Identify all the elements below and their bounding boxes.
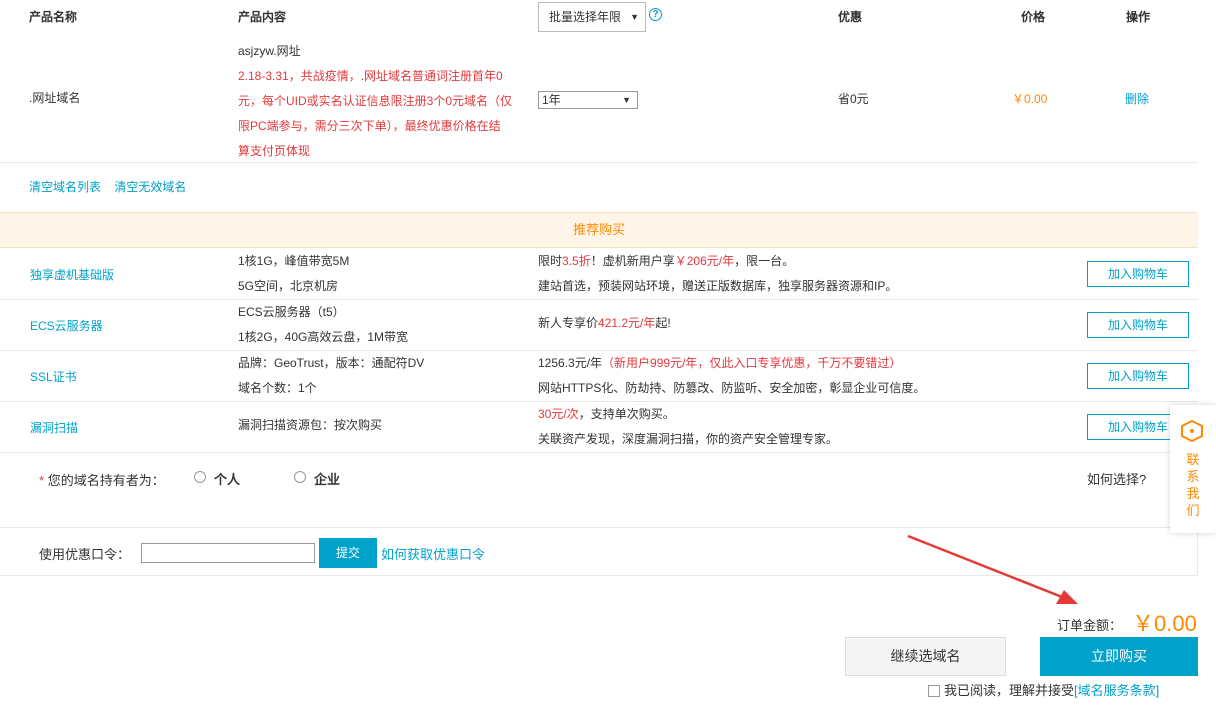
domain-item-row: .网址域名 asjzyw.网址 2.18-3.31，共战疫情，.网址域名普通词注… — [0, 37, 1198, 163]
domain-product-name: .网址域名 — [29, 91, 81, 105]
offer-line: 30元/次，支持单次购买。 — [538, 402, 1078, 427]
year-select-value: 1年 — [542, 93, 561, 107]
contact-us-label: 联系我们 — [1186, 452, 1200, 518]
year-select[interactable]: 1年 ▼ — [538, 91, 638, 109]
domain-name-text: asjzyw.网址 — [238, 44, 301, 58]
offer-text: 1256.3元/年 — [538, 356, 603, 370]
offer-highlight: （新用户999元/年，仅此入口专享优惠，千万不要错过） — [602, 356, 902, 370]
radio-company[interactable] — [294, 471, 306, 483]
agreement-text: 我已阅读，理解并接受 — [944, 683, 1075, 698]
offer-line: 关联资产发现，深度漏洞扫描，你的资产安全管理专家。 — [538, 432, 839, 446]
recommend-product-content: 漏洞扫描资源包：按次购买 — [238, 413, 528, 438]
radio-personal-label[interactable]: 个人 — [214, 469, 240, 488]
continue-select-domain-button[interactable]: 继续选域名 — [845, 637, 1006, 676]
agreement-row: 我已阅读，理解并接受[域名服务条款] — [928, 680, 1159, 699]
domain-discount: 省0元 — [838, 92, 869, 106]
recommend-product-name[interactable]: 独享虚机基础版 — [30, 266, 114, 283]
buy-now-button[interactable]: 立即购买 — [1040, 637, 1198, 676]
recommend-row: ECS云服务器 ECS云服务器（t5） 1核2G，40G高效云盘，1M带宽 新人… — [0, 300, 1198, 351]
coupon-input[interactable] — [141, 543, 315, 563]
help-icon[interactable]: ? — [649, 8, 662, 21]
recommend-row: SSL证书 品牌：GeoTrust，版本：通配符DV 域名个数：1个 1256.… — [0, 351, 1198, 402]
offer-text: ，支持单次购买。 — [578, 407, 675, 421]
offer-highlight: ￥206元/年 — [674, 254, 735, 268]
recommend-product-name[interactable]: 漏洞扫描 — [30, 419, 78, 436]
recommend-row: 独享虚机基础版 1核1G，峰值带宽5M 5G空间，北京机房 限时3.5折！虚机新… — [0, 249, 1198, 300]
content-line: 域名个数：1个 — [238, 381, 317, 395]
offer-text: 限时 — [538, 254, 563, 268]
content-line: 漏洞扫描资源包：按次购买 — [238, 418, 383, 432]
contact-us-widget[interactable]: 联系我们 — [1170, 405, 1216, 533]
content-line: 品牌：GeoTrust，版本：通配符DV — [238, 356, 425, 370]
domain-service-terms-link[interactable]: [域名服务条款] — [1074, 683, 1159, 698]
agreement-checkbox[interactable] — [928, 685, 940, 697]
table-header: 产品名称 产品内容 批量选择年限 ▼ ? 优惠 价格 操作 — [0, 0, 1198, 37]
order-total-value: ￥0.00 — [1132, 611, 1197, 636]
offer-highlight: 30元/次 — [538, 407, 579, 421]
add-to-cart-button[interactable]: 加入购物车 — [1087, 261, 1189, 287]
order-total-label: 订单金额： — [1057, 618, 1123, 633]
domain-promo-line: 限PC端参与，需分三次下单），最终优惠价格在结 — [238, 119, 501, 133]
offer-line: 新人专享价421.2元/年起! — [538, 311, 1078, 336]
required-star: * — [39, 473, 45, 488]
how-to-choose-link[interactable]: 如何选择? — [1087, 469, 1146, 488]
domain-promo-line: 算支付页体现 — [238, 144, 311, 158]
header-product-content: 产品内容 — [238, 10, 287, 24]
delete-link[interactable]: 删除 — [1125, 90, 1149, 107]
batch-year-select-label: 批量选择年限 — [549, 10, 622, 24]
clear-invalid-domain-link[interactable]: 清空无效域名 — [114, 180, 186, 194]
header-product-name: 产品名称 — [29, 10, 78, 24]
coupon-area: 使用优惠口令： 提交 如何获取优惠口令 — [0, 527, 1198, 576]
offer-line: 建站首选，预装网站环境，赠送正版数据库，独享服务器资源和IP。 — [538, 279, 898, 293]
chevron-down-icon: ▼ — [630, 12, 639, 22]
add-to-cart-button[interactable]: 加入购物车 — [1087, 363, 1189, 389]
offer-highlight: 421.2元/年 — [598, 316, 656, 330]
offer-line: 网站HTTPS化、防劫持、防篡改、防监听、安全加密，彰显企业可信度。 — [538, 381, 926, 395]
content-line: 1核2G，40G高效云盘，1M带宽 — [238, 330, 409, 344]
coupon-submit-button[interactable]: 提交 — [319, 538, 377, 568]
recommend-offer: 30元/次，支持单次购买。 关联资产发现，深度漏洞扫描，你的资产安全管理专家。 — [538, 402, 1078, 452]
recommend-offer: 1256.3元/年（新用户999元/年，仅此入口专享优惠，千万不要错过） 网站H… — [538, 351, 1078, 401]
header-action: 操作 — [1126, 10, 1151, 24]
domain-product-content: asjzyw.网址 2.18-3.31，共战疫情，.网址域名普通词注册首年0 元… — [238, 39, 518, 164]
offer-line: 限时3.5折！虚机新用户享￥206元/年，限一台。 — [538, 249, 1078, 274]
domain-holder-row: * 您的域名持有者为： 个人 企业 如何选择? — [0, 453, 1198, 503]
holder-label: * 您的域名持有者为： — [39, 470, 165, 489]
offer-text: 起! — [655, 316, 671, 330]
recommend-product-content: 1核1G，峰值带宽5M 5G空间，北京机房 — [238, 249, 528, 299]
add-to-cart-button[interactable]: 加入购物车 — [1087, 312, 1189, 338]
offer-highlight: 3.5折 — [562, 254, 591, 268]
radio-company-label[interactable]: 企业 — [314, 469, 340, 488]
recommend-offer: 限时3.5折！虚机新用户享￥206元/年，限一台。 建站首选，预装网站环境，赠送… — [538, 249, 1078, 299]
header-price: 价格 — [1021, 10, 1046, 24]
clear-domain-list-link[interactable]: 清空域名列表 — [29, 180, 101, 194]
domain-promo-line: 2.18-3.31，共战疫情，.网址域名普通词注册首年0 — [238, 69, 503, 83]
offer-text: 新人专享价 — [538, 316, 599, 330]
offer-text: ！虚机新用户享 — [590, 254, 675, 268]
coupon-help-link[interactable]: 如何获取优惠口令 — [381, 544, 485, 563]
offer-text: ，限一台。 — [734, 254, 795, 268]
recommend-product-content: 品牌：GeoTrust，版本：通配符DV 域名个数：1个 — [238, 351, 528, 401]
content-line: ECS云服务器（t5） — [238, 305, 345, 319]
recommend-title-bar: 推荐购买 — [0, 212, 1198, 248]
holder-label-text: 您的域名持有者为： — [47, 473, 165, 488]
clear-links: 清空域名列表 清空无效域名 — [29, 178, 196, 195]
offer-line: 1256.3元/年（新用户999元/年，仅此入口专享优惠，千万不要错过） — [538, 351, 1078, 376]
content-line: 1核1G，峰值带宽5M — [238, 254, 350, 268]
batch-year-select[interactable]: 批量选择年限 ▼ — [538, 2, 646, 32]
contact-chat-icon — [1178, 419, 1206, 446]
header-discount: 优惠 — [838, 10, 863, 24]
coupon-label: 使用优惠口令： — [39, 547, 131, 562]
recommend-product-name[interactable]: ECS云服务器 — [30, 317, 103, 334]
recommend-product-name[interactable]: SSL证书 — [30, 368, 77, 385]
recommend-offer: 新人专享价421.2元/年起! — [538, 311, 1078, 336]
recommend-row: 漏洞扫描 漏洞扫描资源包：按次购买 30元/次，支持单次购买。 关联资产发现，深… — [0, 402, 1198, 453]
radio-personal[interactable] — [194, 471, 206, 483]
recommend-product-content: ECS云服务器（t5） 1核2G，40G高效云盘，1M带宽 — [238, 300, 528, 350]
content-line: 5G空间，北京机房 — [238, 279, 339, 293]
domain-promo-line: 元，每个UID或实名认证信息限注册3个0元域名（仅 — [238, 94, 513, 108]
domain-price: ￥0.00 — [1012, 92, 1048, 106]
chevron-down-icon: ▼ — [622, 95, 631, 105]
